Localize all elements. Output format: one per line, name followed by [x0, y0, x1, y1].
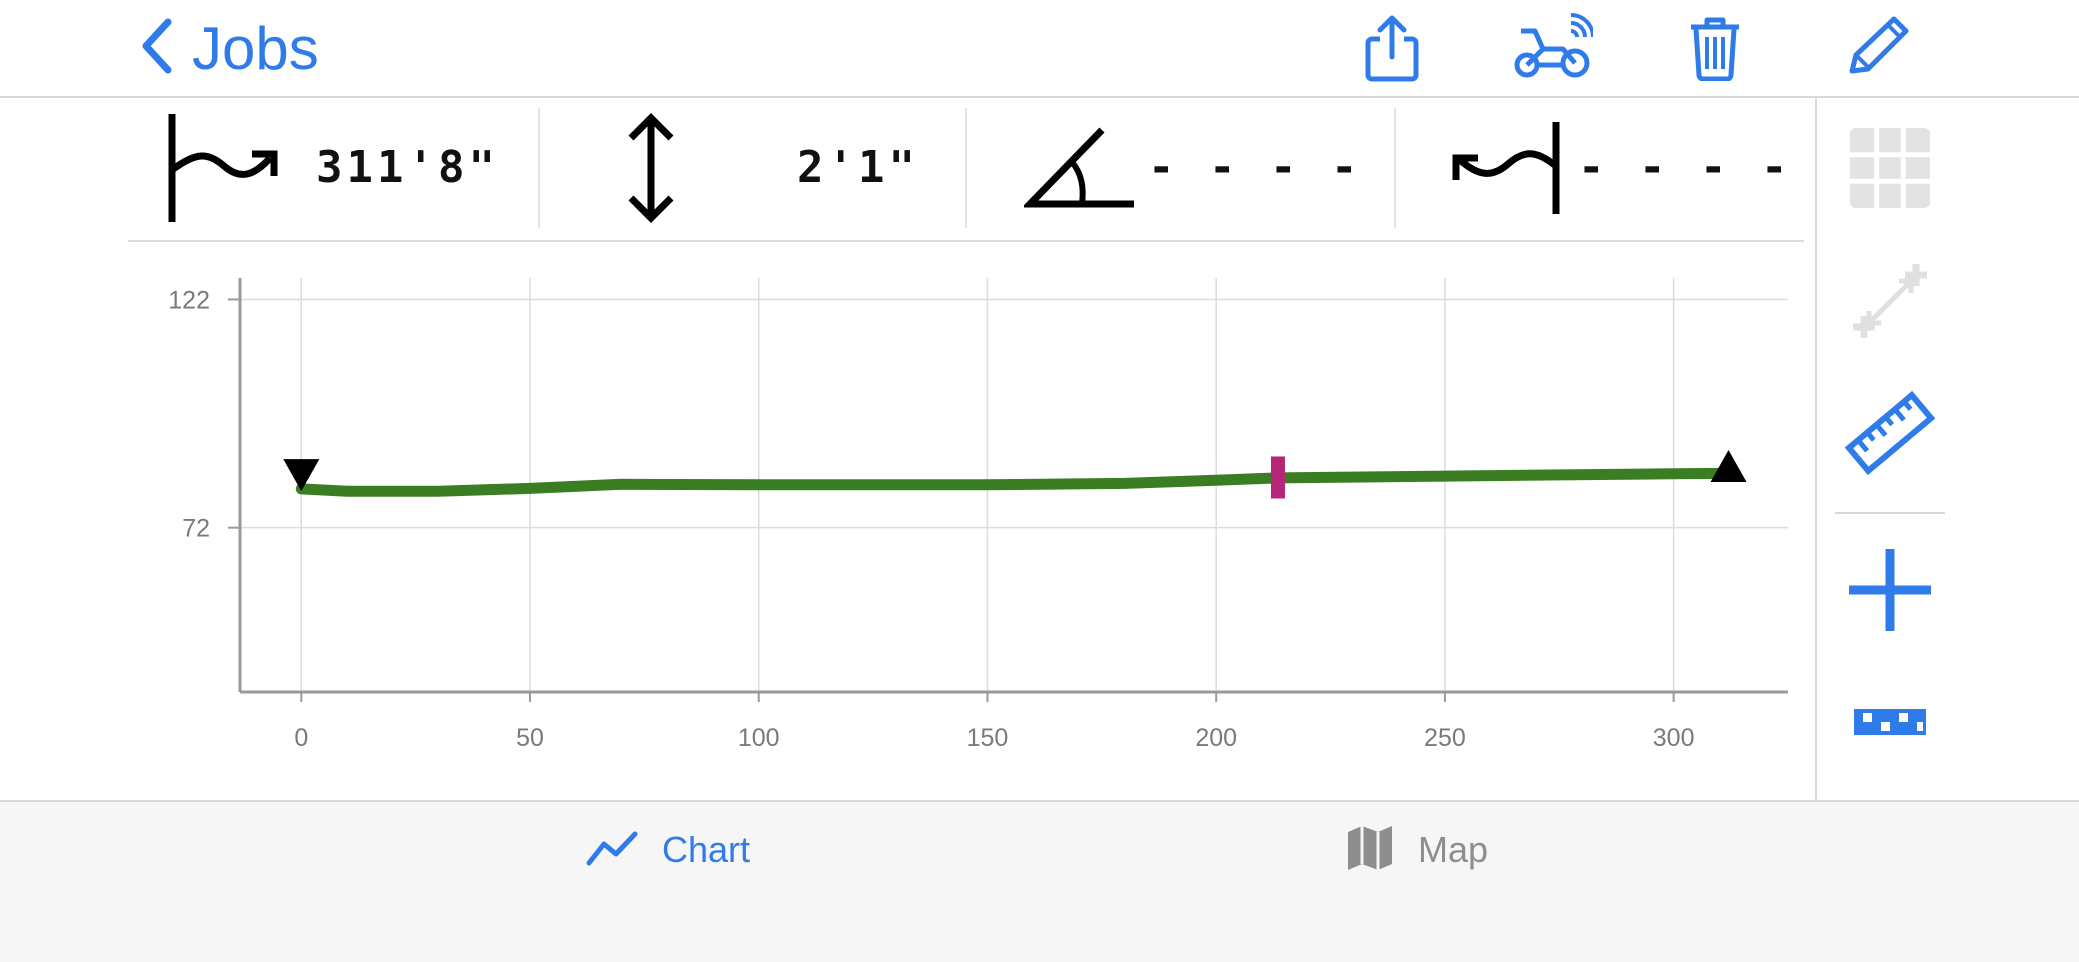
rail-separator	[1835, 512, 1945, 514]
checker-strip-icon	[1853, 708, 1927, 741]
add-span-button[interactable]	[1840, 254, 1940, 354]
angle-value: - - - -	[1148, 142, 1362, 193]
angle-icon	[1021, 126, 1136, 215]
checker-button[interactable]	[1840, 674, 1940, 774]
x-tick-label: 100	[738, 724, 780, 752]
grid-button[interactable]	[1840, 120, 1940, 220]
x-tick-label: 250	[1424, 724, 1466, 752]
ruler-icon	[1844, 388, 1936, 483]
x-tick-label: 50	[516, 724, 544, 752]
x-tick-label: 150	[967, 724, 1009, 752]
share-button[interactable]	[1352, 10, 1432, 90]
back-label: Jobs	[192, 14, 319, 82]
offset-value: - - - -	[1578, 142, 1792, 193]
y-tick-label: 72	[182, 515, 210, 543]
cursor-marker	[1270, 456, 1285, 499]
tab-bar	[0, 800, 2079, 962]
y-tick-label: 122	[168, 286, 210, 314]
profile-chart: 0 50 100 150 200 250 300 72 122	[0, 250, 1800, 785]
plus-icon	[1847, 547, 1933, 638]
stats-divider	[1394, 108, 1396, 228]
tab-chart[interactable]: Chart	[586, 820, 750, 880]
line-chart-icon	[586, 830, 638, 871]
delete-button[interactable]	[1675, 10, 1755, 90]
x-tick-label: 300	[1653, 724, 1695, 752]
tractor-signal-icon	[1513, 12, 1595, 88]
pencil-icon	[1842, 13, 1912, 88]
length-icon	[166, 112, 282, 229]
add-button[interactable]	[1840, 542, 1940, 642]
chevron-left-icon	[138, 18, 174, 79]
depth-value: 2'1"	[797, 142, 919, 193]
stats-divider	[965, 108, 967, 228]
depth-icon	[626, 112, 676, 229]
tab-map-label: Map	[1418, 829, 1489, 870]
tab-chart-label: Chart	[662, 829, 751, 870]
stats-divider	[538, 108, 540, 228]
edit-button[interactable]	[1837, 10, 1917, 90]
trash-icon	[1687, 15, 1743, 86]
map-icon	[1346, 824, 1394, 877]
tractor-connect-button[interactable]	[1513, 10, 1595, 90]
tab-map[interactable]: Map	[1346, 820, 1488, 880]
rail-divider	[1815, 96, 1817, 800]
chart-svg: 0 50 100 150 200 250 300 72 122	[168, 278, 1788, 752]
offset-icon	[1450, 120, 1566, 221]
grid-icon	[1847, 125, 1933, 216]
x-tick-label: 0	[294, 724, 308, 752]
share-icon	[1362, 13, 1422, 88]
profile-line	[295, 467, 1734, 497]
length-value: 311'8"	[316, 142, 499, 193]
measure-button[interactable]	[1840, 385, 1940, 485]
diagonal-plus-icon	[1845, 257, 1935, 352]
back-button[interactable]: Jobs	[138, 6, 319, 90]
end-marker	[1710, 450, 1747, 483]
x-tick-label: 200	[1195, 724, 1237, 752]
